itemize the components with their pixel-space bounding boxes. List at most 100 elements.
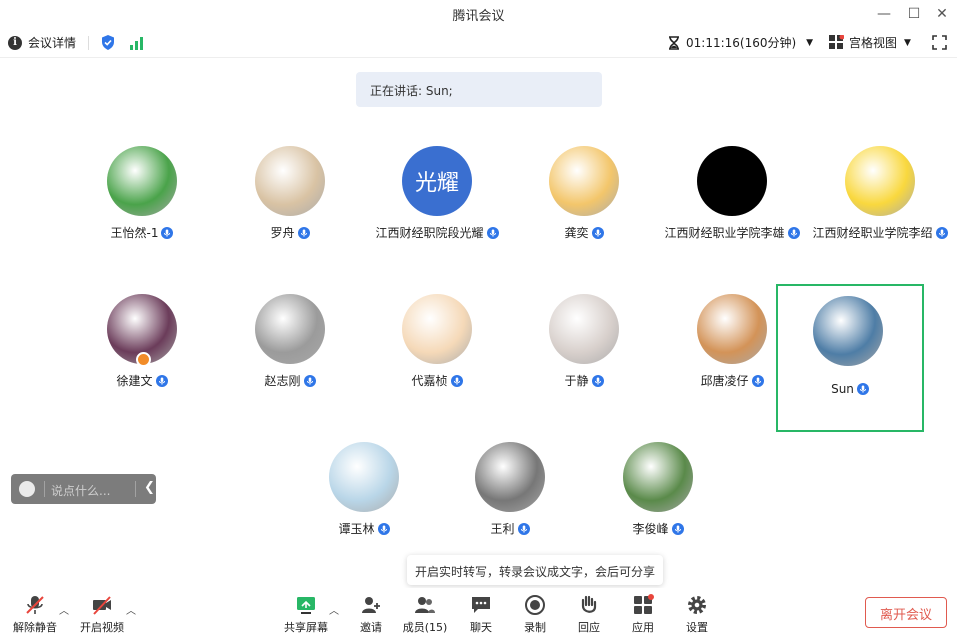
participant-tile[interactable]: 赵志刚 [216,286,364,434]
participant-name-row: 于静 [510,372,658,389]
view-mode-selector[interactable]: 宫格视图 ▼ [829,34,911,51]
participant-name-row: 李俊峰 [584,520,732,537]
settings-label: 设置 [686,621,708,634]
participant-name-row: Sun [778,382,922,396]
unmute-label: 解除静音 [13,621,57,634]
unmute-button[interactable]: 解除静音 [10,592,60,638]
mic-icon [377,522,390,535]
apps-button[interactable]: 应用 [618,592,668,638]
mic-icon [935,226,948,239]
participant-name: 江西财经职院段光耀 [375,226,484,240]
mic-icon [856,383,869,395]
emoji-icon[interactable] [19,481,35,497]
meeting-details-link[interactable]: 会议详情 [28,34,76,51]
participant-tile[interactable]: 王怡然-1 [68,138,216,286]
mic-icon [591,226,604,239]
mic-icon [297,226,310,239]
settings-button[interactable]: 设置 [672,592,722,638]
participant-name-row: 赵志刚 [216,372,364,389]
mic-icon [450,374,463,387]
mic-muted-icon [26,596,44,614]
title-bar: 腾讯会议 — ☐ ✕ [0,0,957,28]
participant-name: 罗舟 [270,226,295,240]
mic-icon [591,374,604,387]
transcription-tip[interactable]: 开启实时转写，转录会议成文字，会后可分享 [407,555,663,585]
meeting-timer[interactable]: 01:11:16(160分钟) ▼ [668,34,813,51]
gear-icon [688,596,706,614]
participant-name-row: 江西财经职业学院李雄 [658,224,806,241]
leave-meeting-button[interactable]: 离开会议 [865,597,947,628]
invite-button[interactable]: 邀请 [346,592,396,638]
react-label: 回应 [578,621,600,634]
participant-tile[interactable]: 代嘉桢 [363,286,511,434]
kitten-avatar [549,294,619,364]
divider [135,481,136,497]
participant-name-row: 龚奕 [510,224,658,241]
participant-name-row: 江西财经职业学院李绍 [806,224,954,241]
mic-icon [161,226,174,239]
participant-name: Sun [831,382,854,396]
start-video-button[interactable]: 开启视频 [77,592,127,638]
window-title: 腾讯会议 [452,9,505,24]
participant-name: 李俊峰 [632,522,669,536]
participant-name-row: 江西财经职院段光耀 [363,224,511,241]
participant-tile[interactable]: 于静 [510,286,658,434]
bottom-toolbar: 解除静音 ︿ 开启视频 ︿ 共享屏幕 ︿ 邀请 成员(15) 聊天 录制 回应 … [0,588,957,643]
start-video-label: 开启视频 [80,621,124,634]
add-user-icon [362,597,380,613]
chat-label: 聊天 [470,621,492,634]
participant-tile[interactable]: 江西财经职业学院李绍 [806,138,954,286]
fullscreen-icon[interactable] [932,35,947,50]
apps-icon [634,594,654,614]
aerial-city-avatar [813,296,883,366]
info-icon[interactable]: i [8,35,22,50]
participant-name: 于静 [564,374,589,388]
camera-off-icon [93,596,111,615]
minimize-button[interactable]: — [874,4,894,24]
participant-name-row: 王利 [436,520,584,537]
mic-icon [303,374,316,387]
timer-text: 01:11:16(160分钟) [686,36,797,50]
record-button[interactable]: 录制 [510,592,560,638]
signal-icon[interactable] [129,36,145,50]
participant-tile[interactable]: 徐建文 [68,286,216,434]
chat-icon [472,597,490,613]
collapse-chevron-icon[interactable]: ❮ [144,480,155,495]
members-button[interactable]: 成员(15) [400,592,450,638]
divider [44,481,45,497]
participant-tile[interactable]: 龚奕 [510,138,658,286]
chevron-up-icon[interactable]: ︿ [126,602,136,617]
participant-name-row: 罗舟 [216,224,364,241]
chevron-up-icon[interactable]: ︿ [329,602,339,617]
record-label: 录制 [524,621,546,634]
members-icon [415,597,435,613]
chevron-up-icon[interactable]: ︿ [59,602,69,617]
apps-label: 应用 [632,621,654,634]
sketch-avatar [255,294,325,364]
share-screen-label: 共享屏幕 [284,621,328,634]
chevron-down-icon[interactable]: ▼ [806,38,813,48]
participant-name-row: 徐建文 [68,372,216,389]
chat-input-bar[interactable]: 说点什么... ❮ [11,474,156,504]
close-button[interactable]: ✕ [932,4,952,24]
participant-name-row: 谭玉林 [290,520,438,537]
participant-name: 徐建文 [116,374,153,388]
react-button[interactable]: 回应 [564,592,614,638]
participant-name: 王怡然-1 [110,226,159,240]
text-avatar: 光耀 [402,146,472,216]
participant-tile[interactable]: 江西财经职业学院李雄 [658,138,806,286]
chat-placeholder[interactable]: 说点什么... [51,482,110,499]
participant-tile[interactable]: 罗舟 [216,138,364,286]
participant-name: 江西财经职业学院李雄 [664,226,785,240]
shield-icon[interactable] [101,35,115,50]
info-bar: i 会议详情 01:11:16(160分钟) ▼ 宫格视图 ▼ [0,28,957,58]
participant-tile[interactable]: Sun [776,284,924,432]
chat-button[interactable]: 聊天 [456,592,506,638]
divider [88,35,90,50]
share-screen-button[interactable]: 共享屏幕 [281,592,331,638]
participant-tile[interactable]: 光耀江西财经职院段光耀 [363,138,511,286]
chevron-down-icon[interactable]: ▼ [904,38,911,48]
crayon-boy-avatar [402,294,472,364]
invite-label: 邀请 [360,621,382,634]
maximize-button[interactable]: ☐ [904,4,924,24]
